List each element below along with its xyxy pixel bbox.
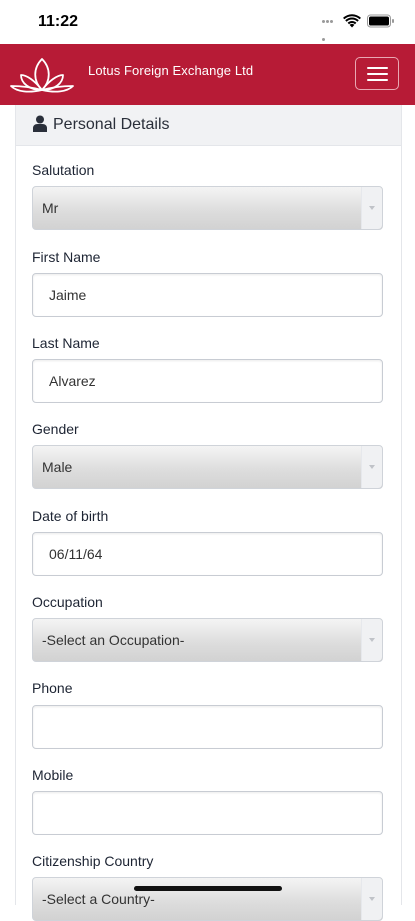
citizenship-country-value: -Select a Country- <box>42 891 155 907</box>
dropdown-arrow-icon <box>361 187 382 229</box>
navbar: Lotus Foreign Exchange Ltd <box>0 44 415 105</box>
wifi-icon <box>343 14 361 28</box>
phone-input[interactable] <box>32 705 383 749</box>
panel-heading: Personal Details <box>16 105 401 146</box>
hamburger-menu-button[interactable] <box>355 57 399 90</box>
user-icon <box>33 115 47 132</box>
first-name-input[interactable] <box>32 273 383 317</box>
menu-bar-icon <box>367 67 388 69</box>
status-time: 11:22 <box>38 13 79 30</box>
lotus-logo-icon <box>10 58 74 93</box>
citizenship-country-label: Citizenship Country <box>32 853 154 869</box>
last-name-label: Last Name <box>32 335 100 351</box>
gender-select[interactable]: Male <box>32 445 383 489</box>
battery-icon <box>367 14 394 28</box>
menu-bar-icon <box>367 73 388 75</box>
dropdown-arrow-icon <box>361 878 382 920</box>
first-name-label: First Name <box>32 249 101 265</box>
home-indicator[interactable] <box>134 886 282 891</box>
salutation-select[interactable]: Mr <box>32 186 383 230</box>
menu-bar-icon <box>367 79 388 81</box>
status-bar: 11:22 <box>0 0 415 44</box>
phone-label: Phone <box>32 680 73 696</box>
date-of-birth-label: Date of birth <box>32 508 109 524</box>
citizenship-country-select[interactable]: -Select a Country- <box>32 877 383 921</box>
dropdown-arrow-icon <box>361 446 382 488</box>
last-name-input[interactable] <box>32 359 383 403</box>
dropdown-arrow-icon <box>361 619 382 661</box>
brand-name[interactable]: Lotus Foreign Exchange Ltd <box>88 63 253 78</box>
gender-label: Gender <box>32 421 79 437</box>
panel-title: Personal Details <box>53 116 170 133</box>
salutation-label: Salutation <box>32 162 95 178</box>
salutation-value: Mr <box>42 200 59 216</box>
date-of-birth-input[interactable] <box>32 532 383 576</box>
cellular-signal-icon <box>322 20 336 41</box>
occupation-label: Occupation <box>32 594 103 610</box>
mobile-input[interactable] <box>32 791 383 835</box>
occupation-select[interactable]: -Select an Occupation- <box>32 618 383 662</box>
gender-value: Male <box>42 459 73 475</box>
mobile-label: Mobile <box>32 767 74 783</box>
occupation-value: -Select an Occupation- <box>42 632 185 648</box>
